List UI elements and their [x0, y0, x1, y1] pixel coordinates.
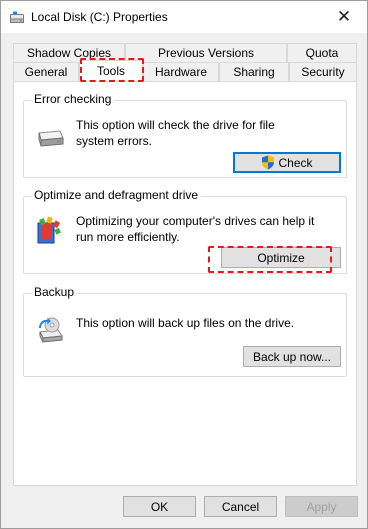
drive-icon — [38, 130, 64, 147]
tab-label: Security — [301, 65, 345, 79]
group-description: This option will back up files on the dr… — [76, 316, 295, 330]
tab-label: Sharing — [233, 65, 275, 79]
tab-label: Quota — [305, 46, 339, 60]
properties-dialog: Local Disk (C:) Properties ✕ Shadow Copi… — [0, 0, 368, 529]
check-button[interactable]: Check — [233, 152, 341, 173]
close-icon: ✕ — [336, 6, 352, 27]
tools-panel: Error checking This option will check th… — [13, 81, 357, 486]
ok-label: OK — [150, 499, 169, 514]
tab-label: Shadow Copies — [26, 46, 112, 60]
close-button[interactable]: ✕ — [321, 1, 367, 32]
ok-button[interactable]: OK — [123, 496, 196, 517]
optimize-button[interactable]: Optimize — [221, 247, 341, 268]
group-title: Error checking — [31, 92, 115, 106]
shield-icon — [262, 155, 275, 170]
tab-label: Hardware — [154, 65, 208, 79]
tab-previous-versions[interactable]: Previous Versions — [125, 43, 287, 62]
tab-label: Previous Versions — [157, 46, 255, 60]
apply-label: Apply — [306, 499, 337, 514]
back-up-now-label: Back up now... — [252, 349, 332, 364]
title-bar[interactable]: Local Disk (C:) Properties ✕ — [1, 1, 367, 33]
cancel-label: Cancel — [221, 499, 260, 514]
dialog-footer: OK Cancel Apply — [1, 487, 367, 528]
error-checking-group: Error checking This option will check th… — [23, 92, 347, 178]
backup-group: Backup This option will back up files on… — [23, 285, 347, 377]
tab-label: General — [24, 65, 68, 79]
tab-general[interactable]: General — [13, 62, 79, 81]
drive-icon — [10, 11, 24, 23]
tab-security[interactable]: Security — [289, 62, 357, 81]
group-description: This option will check the drive for fil… — [76, 118, 275, 148]
optimize-group: Optimize and defragment drive Optimizing… — [23, 188, 347, 274]
optimize-button-label: Optimize — [257, 250, 305, 265]
group-description: Optimizing your computer's drives can he… — [76, 214, 315, 244]
back-up-now-button[interactable]: Back up now... — [243, 346, 341, 367]
group-title: Backup — [31, 285, 78, 299]
cancel-button[interactable]: Cancel — [204, 496, 277, 517]
backup-icon — [39, 317, 63, 343]
tab-quota[interactable]: Quota — [287, 43, 357, 62]
group-title: Optimize and defragment drive — [31, 188, 202, 202]
tab-tools[interactable]: Tools — [79, 60, 143, 81]
defrag-icon — [37, 216, 61, 244]
tab-hardware[interactable]: Hardware — [143, 62, 219, 81]
tab-label: Tools — [96, 64, 125, 78]
window-title: Local Disk (C:) Properties — [31, 10, 168, 24]
apply-button[interactable]: Apply — [285, 496, 358, 517]
tab-sharing[interactable]: Sharing — [219, 62, 289, 81]
check-button-label: Check — [278, 155, 313, 170]
